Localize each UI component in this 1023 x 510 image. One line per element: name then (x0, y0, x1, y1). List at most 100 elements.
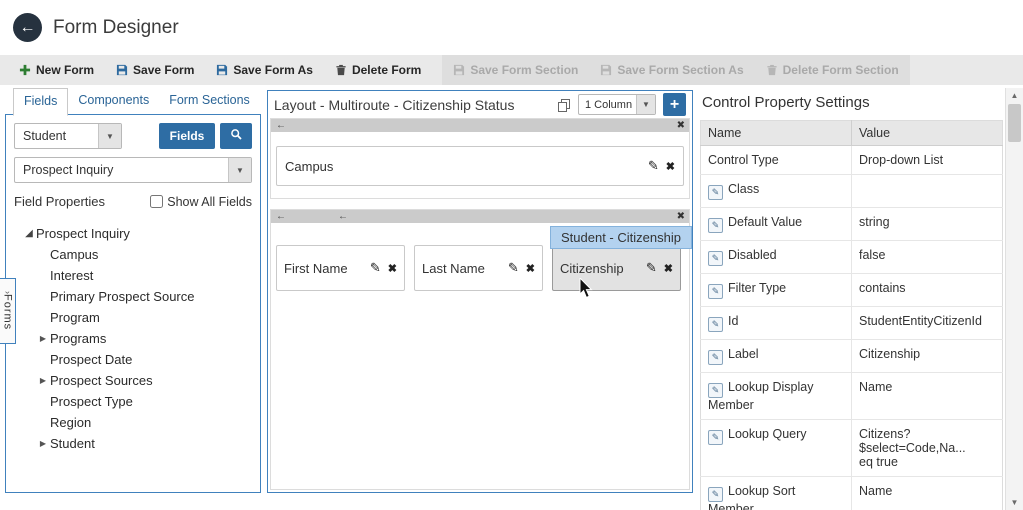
expand-icon[interactable]: ▶ (36, 439, 50, 448)
field-properties-label: Field Properties (14, 194, 105, 209)
forms-slideout-tab[interactable]: › Forms (0, 278, 16, 344)
property-name: Label (728, 347, 759, 361)
entity-select[interactable]: Student ▼ (14, 123, 122, 149)
property-row[interactable]: ✎Label Citizenship (701, 340, 1003, 373)
tree-label: Prospect Date (50, 352, 132, 367)
copy-icon (557, 98, 571, 112)
back-button[interactable]: ← (13, 13, 42, 42)
tree-item-prospect-date[interactable]: Prospect Date (14, 349, 252, 370)
tab-components[interactable]: Components (68, 88, 159, 114)
tree-item-interest[interactable]: Interest (14, 265, 252, 286)
section-header-bar[interactable]: ← ✖ (271, 119, 689, 132)
property-value: Drop-down List (852, 146, 1003, 175)
tree-label: Region (50, 415, 91, 430)
field-box-campus[interactable]: Campus ✎ ✖ (276, 146, 684, 186)
tree-item-prospect-sources[interactable]: ▶ Prospect Sources (14, 370, 252, 391)
add-section-button[interactable]: + (663, 93, 686, 116)
move-left-icon[interactable]: ← (338, 212, 348, 222)
delete-form-button[interactable]: Delete Form (324, 55, 432, 85)
property-row[interactable]: ✎Class (701, 175, 1003, 208)
save-icon (116, 64, 128, 76)
property-row[interactable]: ✎Lookup Sort Member Name (701, 477, 1003, 510)
expand-icon[interactable]: ▶ (36, 376, 50, 385)
property-name: Lookup Query (728, 427, 807, 441)
field-actions: ✎ ✖ (502, 260, 535, 276)
property-row[interactable]: ✎ Default Value string (701, 208, 1003, 241)
field-box-first-name[interactable]: First Name ✎ ✖ (276, 245, 405, 291)
property-row[interactable]: ✎Lookup Query Citizens?$select=Code,Na..… (701, 420, 1003, 477)
form-select[interactable]: Prospect Inquiry ▼ (14, 157, 252, 183)
tree-item-primary-prospect-source[interactable]: Primary Prospect Source (14, 286, 252, 307)
field-tree: ◢ Prospect Inquiry Campus Interest Prima… (14, 223, 252, 454)
property-row[interactable]: Control Type Drop-down List (701, 146, 1003, 175)
remove-icon[interactable]: ✖ (664, 262, 673, 275)
vertical-scrollbar[interactable]: ▲ ▼ (1005, 88, 1023, 510)
chevron-down-icon: ▼ (636, 95, 655, 114)
tree-item-programs[interactable]: ▶ Programs (14, 328, 252, 349)
save-form-section-as-label: Save Form Section As (617, 63, 743, 77)
close-icon[interactable]: ✖ (677, 121, 685, 131)
search-button[interactable] (220, 123, 252, 149)
tree-item-student[interactable]: ▶ Student (14, 433, 252, 454)
field-box-citizenship[interactable]: Citizenship ✎ ✖ (552, 245, 681, 291)
tree-item-campus[interactable]: Campus (14, 244, 252, 265)
tree-item-prospect-inquiry[interactable]: ◢ Prospect Inquiry (14, 223, 252, 244)
property-row[interactable]: ✎Filter Type contains (701, 274, 1003, 307)
save-form-as-label: Save Form As (233, 63, 313, 77)
edit-property-icon: ✎ (708, 218, 723, 233)
tree-item-prospect-type[interactable]: Prospect Type (14, 391, 252, 412)
edit-pencil-icon[interactable]: ✎ (370, 260, 381, 276)
entity-row: Student ▼ Fields (14, 123, 252, 149)
save-form-button[interactable]: Save Form (105, 55, 205, 85)
move-left-icon[interactable]: ← (276, 121, 286, 131)
show-all-fields-checkbox[interactable] (150, 195, 163, 208)
tree-label: Programs (50, 331, 106, 346)
tree-item-region[interactable]: Region (14, 412, 252, 433)
field-label: Citizenship (560, 261, 624, 276)
field-box-last-name[interactable]: Last Name ✎ ✖ (414, 245, 543, 291)
property-row[interactable]: ✎Disabled false (701, 241, 1003, 274)
properties-title: Control Property Settings (702, 94, 1003, 111)
edit-pencil-icon[interactable]: ✎ (646, 260, 657, 276)
app-header: ← Form Designer (0, 0, 1023, 55)
expand-icon[interactable]: ▶ (36, 334, 50, 343)
remove-icon[interactable]: ✖ (666, 160, 675, 173)
property-row[interactable]: ✎Id StudentEntityCitizenId (701, 307, 1003, 340)
section-content: Campus ✎ ✖ (271, 132, 689, 198)
fields-button[interactable]: Fields (159, 123, 215, 149)
chevron-down-icon: ▼ (98, 124, 121, 148)
form-designer-app: ← Form Designer New Form Save Form Save … (0, 0, 1023, 510)
move-left-icon[interactable]: ← (276, 212, 286, 222)
tree-item-program[interactable]: Program (14, 307, 252, 328)
tab-fields[interactable]: Fields (13, 88, 68, 116)
layout-section[interactable]: ← ← ✖ First Name ✎ ✖ Last (270, 209, 690, 490)
remove-icon[interactable]: ✖ (526, 262, 535, 275)
remove-icon[interactable]: ✖ (388, 262, 397, 275)
scrollbar-thumb[interactable] (1008, 104, 1021, 142)
edit-pencil-icon[interactable]: ✎ (508, 260, 519, 276)
copy-layout-button[interactable] (557, 98, 571, 112)
scroll-down-icon[interactable]: ▼ (1006, 498, 1023, 507)
property-name: Default Value (728, 215, 802, 229)
property-row[interactable]: ✎Lookup Display Member Name (701, 373, 1003, 420)
edit-pencil-icon[interactable]: ✎ (648, 158, 659, 174)
scroll-up-icon[interactable]: ▲ (1006, 91, 1023, 100)
layout-section[interactable]: ← ✖ Campus ✎ ✖ (270, 118, 690, 199)
save-form-as-button[interactable]: Save Form As (205, 55, 324, 85)
field-tooltip: Student - Citizenship (550, 226, 692, 249)
chevron-down-icon: ▼ (228, 158, 251, 182)
delete-form-section-label: Delete Form Section (783, 63, 899, 77)
close-icon[interactable]: ✖ (677, 212, 685, 222)
property-value: string (852, 208, 1003, 241)
tab-form-sections[interactable]: Form Sections (159, 88, 260, 114)
collapse-icon[interactable]: ◢ (22, 228, 36, 239)
section-toolbar-group: Save Form Section Save Form Section As D… (442, 55, 909, 85)
column-count-select[interactable]: 1 Column ▼ (578, 94, 656, 115)
field-actions: ✎ ✖ (364, 260, 397, 276)
back-arrow-icon: ← (20, 20, 36, 36)
edit-property-icon: ✎ (708, 185, 723, 200)
show-all-fields-toggle[interactable]: Show All Fields (150, 195, 252, 209)
section-header-bar[interactable]: ← ← ✖ (271, 210, 689, 223)
new-form-button[interactable]: New Form (8, 55, 105, 85)
layout-title: Layout - Multiroute - Citizenship Status (274, 97, 550, 113)
